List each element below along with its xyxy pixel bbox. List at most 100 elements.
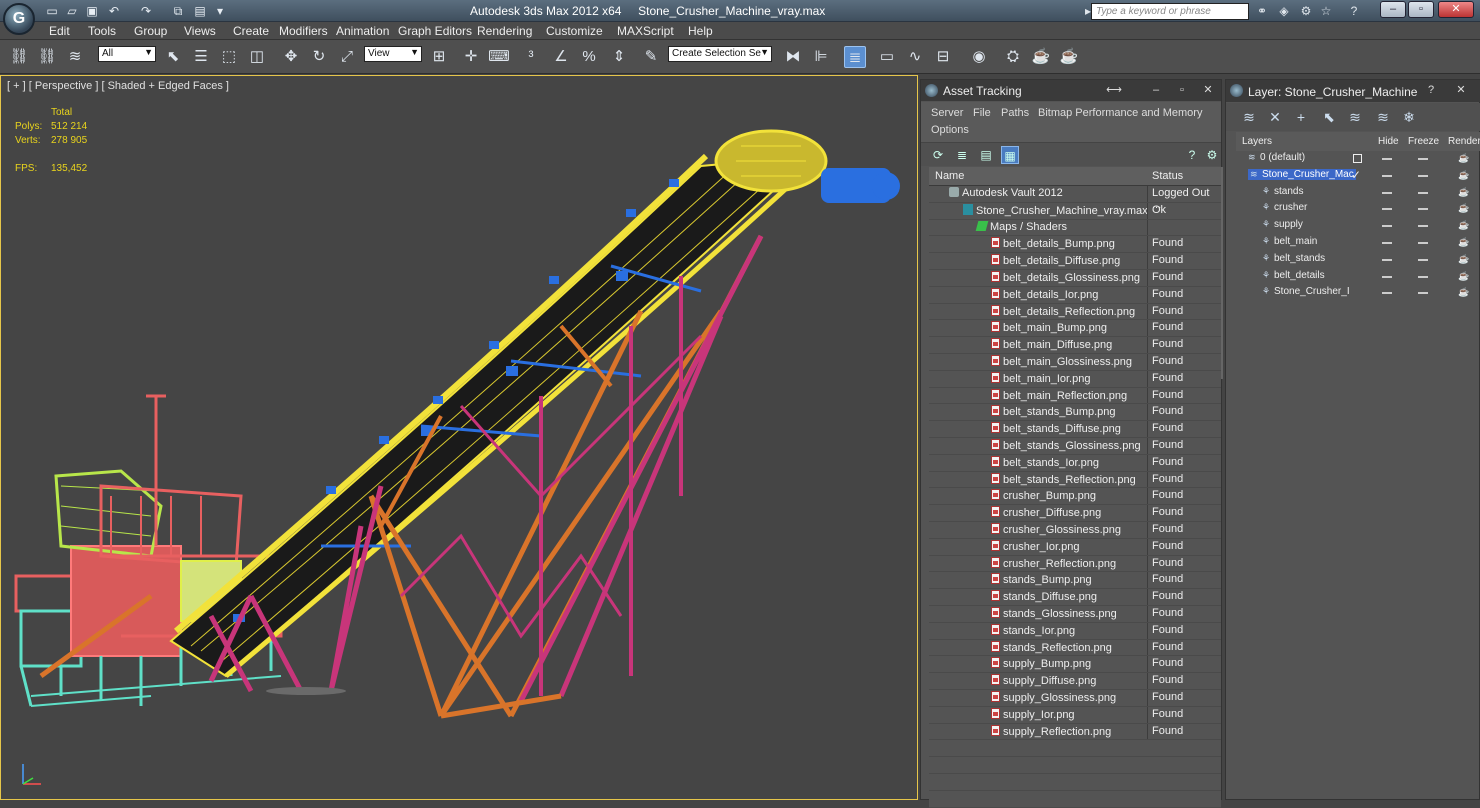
asset-row[interactable]: belt_stands_Reflection.png Found <box>929 471 1221 489</box>
pivot-center-icon[interactable]: ⊞ <box>428 46 450 68</box>
render-toggle-icon[interactable]: ☕ <box>1458 271 1469 281</box>
freeze-toggle[interactable] <box>1418 174 1428 177</box>
freeze-toggle[interactable] <box>1418 258 1428 261</box>
project-folder-icon[interactable]: ▤ <box>192 3 208 19</box>
menu-animation[interactable]: Animation <box>336 24 389 38</box>
menu-tools[interactable]: Tools <box>88 24 116 38</box>
favorites-star-icon[interactable]: ☆ <box>1318 3 1334 19</box>
align-icon[interactable]: ⊫ <box>810 46 832 68</box>
new-file-icon[interactable]: ▭ <box>44 3 60 19</box>
layer-row[interactable]: ⚘ belt_stands ☕ <box>1236 252 1480 269</box>
snaps-toggle-icon[interactable]: ³ <box>520 46 542 68</box>
asset-row[interactable]: crusher_Ior.png Found <box>929 538 1221 556</box>
render-toggle-icon[interactable]: ☕ <box>1458 220 1469 230</box>
layer-row[interactable]: ⚘ supply ☕ <box>1236 218 1480 235</box>
menu-views[interactable]: Views <box>184 24 216 38</box>
asset-row[interactable]: belt_stands_Glossiness.png Found <box>929 437 1221 455</box>
render-toggle-icon[interactable]: ☕ <box>1458 287 1469 297</box>
menu-customize[interactable]: Customize <box>546 24 603 38</box>
graphite-ribbon-icon[interactable]: ▭ <box>876 46 898 68</box>
search-input[interactable]: Type a keyword or phrase <box>1091 3 1249 20</box>
asset-row[interactable]: belt_details_Ior.png Found <box>929 286 1221 304</box>
render-toggle-icon[interactable]: ☕ <box>1458 203 1469 213</box>
angle-snap-icon[interactable]: ∠ <box>550 46 572 68</box>
asset-menu-bitmap-performance[interactable]: Bitmap Performance and Memory <box>1038 107 1202 119</box>
freeze-toggle[interactable] <box>1418 275 1428 278</box>
create-layer-icon[interactable]: ≋ <box>1240 108 1258 126</box>
asset-row[interactable]: supply_Ior.png Found <box>929 706 1221 724</box>
asset-row[interactable]: belt_stands_Bump.png Found <box>929 404 1221 422</box>
unlink-icon[interactable]: ⛓ <box>36 46 58 68</box>
select-by-name-icon[interactable]: ☰ <box>190 46 212 68</box>
delete-layer-icon[interactable]: ✕ <box>1266 108 1284 126</box>
freeze-toggle[interactable] <box>1418 292 1428 295</box>
percent-snap-icon[interactable]: % <box>578 46 600 68</box>
menu-edit[interactable]: Edit <box>49 24 70 38</box>
render-toggle-icon[interactable]: ☕ <box>1458 237 1469 247</box>
panel-minimize-button[interactable]: – <box>1147 82 1165 98</box>
move-icon[interactable]: ✥ <box>280 46 302 68</box>
link-icon[interactable]: ⛓ <box>8 46 30 68</box>
hide-toggle[interactable] <box>1382 208 1392 211</box>
column-layers-header[interactable]: Layers <box>1242 136 1272 147</box>
layer-row[interactable]: ⚘ Stone_Crusher_I ☕ <box>1236 285 1480 302</box>
list-view-icon[interactable]: ≣ <box>953 146 971 164</box>
asset-row[interactable]: belt_main_Ior.png Found <box>929 370 1221 388</box>
asset-row[interactable]: supply_Diffuse.png Found <box>929 673 1221 690</box>
freeze-toggle[interactable] <box>1418 191 1428 194</box>
selection-filter-dropdown[interactable]: All ▼ <box>98 46 156 62</box>
undo-icon[interactable]: ↶ <box>106 3 122 19</box>
table-view-icon[interactable]: ▦ <box>1001 146 1019 164</box>
asset-row[interactable]: crusher_Diffuse.png Found <box>929 505 1221 522</box>
freeze-toggle[interactable] <box>1418 241 1428 244</box>
panel-close-button[interactable]: ✕ <box>1452 82 1470 98</box>
asset-row[interactable]: supply_Bump.png Found <box>929 656 1221 674</box>
asset-menu-file[interactable]: File <box>973 107 991 119</box>
render-toggle-icon[interactable]: ☕ <box>1458 187 1469 197</box>
asset-menu-options[interactable]: Options <box>931 124 969 136</box>
hide-toggle[interactable] <box>1382 174 1392 177</box>
asset-row[interactable]: belt_main_Diffuse.png Found <box>929 337 1221 354</box>
hide-toggle[interactable] <box>1382 241 1392 244</box>
quick-access-dropdown-icon[interactable]: ▾ <box>212 3 228 19</box>
layer-row[interactable]: ⚘ stands ☕ <box>1236 185 1480 202</box>
scale-icon[interactable]: ⤢ <box>336 46 358 68</box>
current-layer-checkbox[interactable] <box>1353 154 1362 163</box>
asset-row[interactable]: belt_stands_Ior.png Found <box>929 454 1221 472</box>
select-object-icon[interactable]: ⬉ <box>162 46 184 68</box>
asset-row[interactable]: stands_Diffuse.png Found <box>929 589 1221 606</box>
render-toggle-icon[interactable]: ☕ <box>1458 153 1469 163</box>
perspective-viewport[interactable]: [ + ] [ Perspective ] [ Shaded + Edged F… <box>0 75 918 800</box>
menu-create[interactable]: Create <box>233 24 269 38</box>
viewport-label[interactable]: [ + ] [ Perspective ] [ Shaded + Edged F… <box>7 80 229 92</box>
asset-menu-paths[interactable]: Paths <box>1001 107 1029 119</box>
menu-graph-editors[interactable]: Graph Editors <box>398 24 472 38</box>
asset-row[interactable]: belt_details_Reflection.png Found <box>929 303 1221 321</box>
save-icon[interactable]: ▣ <box>84 3 100 19</box>
detail-view-icon[interactable]: ▤ <box>977 146 995 164</box>
hide-toggle[interactable] <box>1382 275 1392 278</box>
edit-named-selection-icon[interactable]: ✎ <box>640 46 662 68</box>
layer-manager-icon[interactable]: ≣ <box>844 46 866 68</box>
asset-row[interactable]: stands_Reflection.png Found <box>929 639 1221 657</box>
asset-row[interactable]: belt_details_Bump.png Found <box>929 236 1221 254</box>
column-render-header[interactable]: Render <box>1448 136 1480 147</box>
asset-row[interactable]: Autodesk Vault 2012 Logged Out ... <box>929 186 1221 211</box>
select-manipulate-icon[interactable]: ✛ <box>460 46 482 68</box>
rendered-frame-window-icon[interactable]: ☕ <box>1030 46 1052 68</box>
asset-row[interactable]: belt_stands_Diffuse.png Found <box>929 421 1221 438</box>
asset-tracking-titlebar[interactable]: Asset Tracking ⟷ – ▫ ✕ <box>921 80 1221 101</box>
hide-toggle[interactable] <box>1382 158 1392 160</box>
bind-space-warp-icon[interactable]: ≋ <box>64 46 86 68</box>
communication-icon[interactable]: ⚙ <box>1298 3 1314 19</box>
panel-close-button[interactable]: ✕ <box>1199 82 1217 98</box>
asset-row[interactable]: Stone_Crusher_Machine_vray.max Ok <box>929 202 1221 220</box>
highlight-layer-icon[interactable]: ≋ <box>1346 108 1364 126</box>
rectangular-selection-icon[interactable]: ⬚ <box>218 46 240 68</box>
hide-toggle[interactable] <box>1382 191 1392 194</box>
refresh-icon[interactable]: ⟳ <box>929 146 947 164</box>
column-hide-header[interactable]: Hide <box>1378 136 1399 147</box>
binoculars-icon[interactable]: ⚭ <box>1254 3 1270 19</box>
asset-row[interactable]: crusher_Glossiness.png Found <box>929 521 1221 539</box>
menu-group[interactable]: Group <box>134 24 167 38</box>
